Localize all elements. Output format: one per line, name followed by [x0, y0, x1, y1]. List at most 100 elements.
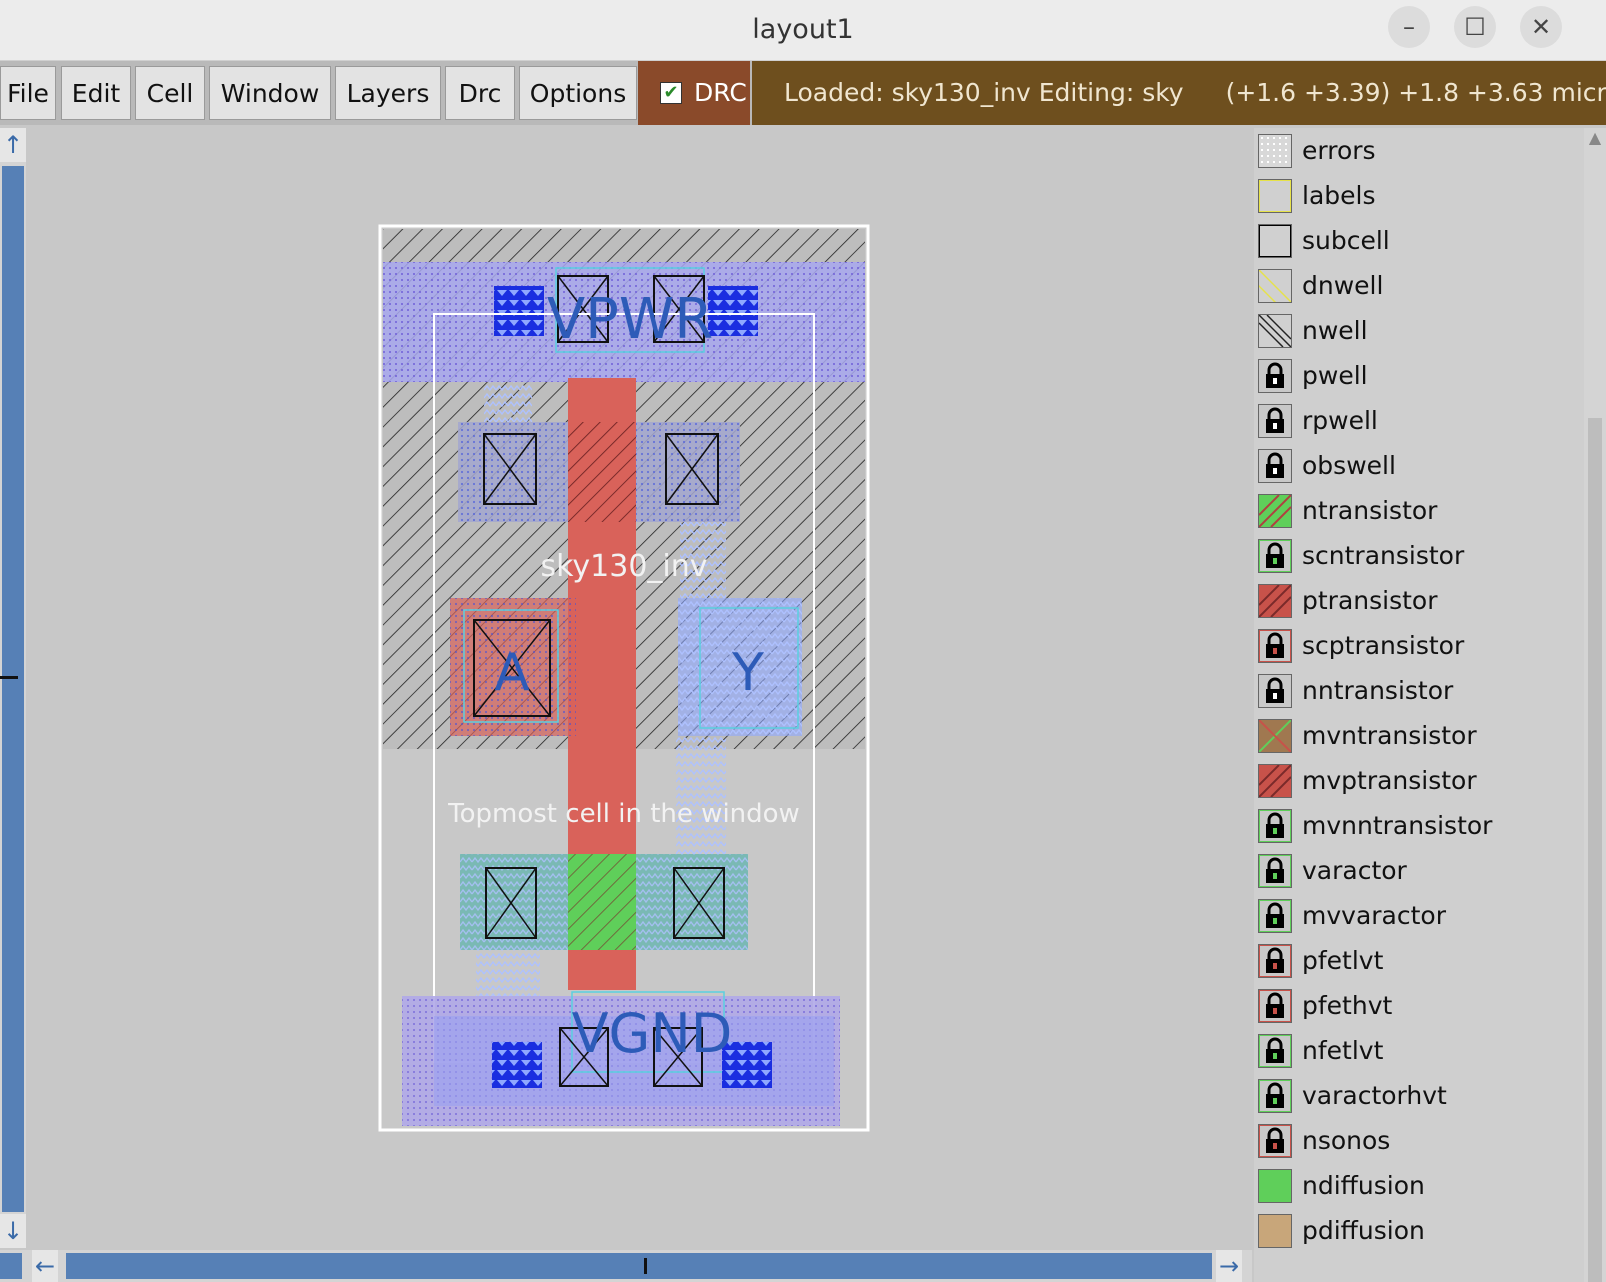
- lock-icon[interactable]: [1258, 809, 1292, 843]
- menu-window[interactable]: Window: [209, 66, 331, 120]
- horizontal-scroll-track[interactable]: [66, 1253, 1212, 1279]
- layer-label: varactor: [1302, 856, 1407, 885]
- dnwell-swatch-icon[interactable]: [1258, 269, 1292, 303]
- layer-label: labels: [1302, 181, 1376, 210]
- layer-row-nwell[interactable]: nwell: [1254, 308, 1584, 354]
- scroll-up-icon[interactable]: ↑: [0, 128, 26, 162]
- drc-label: DRC: [694, 78, 747, 107]
- layer-label: pfetlvt: [1302, 946, 1384, 975]
- layer-label: nsonos: [1302, 1126, 1391, 1155]
- status-bar: Loaded: sky130_inv Editing: sky (+1.6 +3…: [752, 61, 1606, 125]
- ntransistor-swatch-icon[interactable]: [1258, 494, 1292, 528]
- layer-label: rpwell: [1302, 406, 1378, 435]
- layer-label: nwell: [1302, 316, 1368, 345]
- lock-icon[interactable]: [1258, 1034, 1292, 1068]
- close-button[interactable]: ✕: [1520, 6, 1562, 48]
- layer-row-rpwell[interactable]: rpwell: [1254, 398, 1584, 444]
- lock-icon[interactable]: [1258, 674, 1292, 708]
- layer-row-mvvaractor[interactable]: mvvaractor: [1254, 893, 1584, 939]
- ndiffusion-swatch-icon[interactable]: [1258, 1169, 1292, 1203]
- lock-icon[interactable]: [1258, 854, 1292, 888]
- menu-bar: File Edit Cell Window Layers Drc Options…: [0, 61, 1606, 125]
- layer-row-ptransistor[interactable]: ptransistor: [1254, 578, 1584, 624]
- lock-icon[interactable]: [1258, 989, 1292, 1023]
- layer-label: pfethvt: [1302, 991, 1393, 1020]
- layer-row-nfetlvt[interactable]: nfetlvt: [1254, 1028, 1584, 1074]
- layer-row-errors[interactable]: errors: [1254, 128, 1584, 174]
- horizontal-scroll-marker: [644, 1258, 647, 1274]
- layer-row-scntransistor[interactable]: scntransistor: [1254, 533, 1584, 579]
- layer-row-scptransistor[interactable]: scptransistor: [1254, 623, 1584, 669]
- horizontal-scrollbar[interactable]: ← →: [0, 1250, 1252, 1282]
- layer-row-nntransistor[interactable]: nntransistor: [1254, 668, 1584, 714]
- status-loaded: Loaded: sky130_inv Editing: sky: [784, 78, 1184, 107]
- layer-row-ntransistor[interactable]: ntransistor: [1254, 488, 1584, 534]
- ptransistor-swatch-icon[interactable]: [1258, 584, 1292, 618]
- layer-row-mvptransistor[interactable]: mvptransistor: [1254, 758, 1584, 804]
- lock-icon[interactable]: [1258, 944, 1292, 978]
- menu-layers[interactable]: Layers: [335, 66, 441, 120]
- layer-row-varactor[interactable]: varactor: [1254, 848, 1584, 894]
- vpwr-contact-left: [494, 286, 544, 336]
- lock-icon[interactable]: [1258, 1079, 1292, 1113]
- lock-icon[interactable]: [1258, 539, 1292, 573]
- maximize-button[interactable]: ☐: [1454, 6, 1496, 48]
- pdiffusion-swatch-icon[interactable]: [1258, 1214, 1292, 1248]
- menu-options[interactable]: Options: [519, 66, 637, 120]
- layer-row-pfethvt[interactable]: pfethvt: [1254, 983, 1584, 1029]
- layer-label: errors: [1302, 136, 1376, 165]
- layer-label: ntransistor: [1302, 496, 1438, 525]
- layer-label: scntransistor: [1302, 541, 1465, 570]
- errors-swatch-icon[interactable]: [1258, 134, 1292, 168]
- drc-toggle[interactable]: ✔ DRC: [638, 61, 750, 125]
- layer-row-pdiffusion[interactable]: pdiffusion: [1254, 1208, 1584, 1254]
- drc-checkbox[interactable]: ✔: [660, 82, 682, 104]
- layer-panel: errors labels subcell dnwell nwell pwell rpwel…: [1254, 128, 1584, 1282]
- layout-canvas[interactable]: VPWR sky130_inv A Y Topmost cell in the …: [28, 128, 1252, 1248]
- layer-label: varactorhvt: [1302, 1081, 1447, 1110]
- vertical-scroll-marker: [0, 676, 18, 679]
- lock-icon[interactable]: [1258, 449, 1292, 483]
- layer-row-labels[interactable]: labels: [1254, 173, 1584, 219]
- lock-icon[interactable]: [1258, 404, 1292, 438]
- subcell-swatch-icon[interactable]: [1258, 224, 1292, 258]
- layer-panel-scrollbar[interactable]: ▲: [1584, 128, 1606, 1282]
- layer-row-ndiffusion[interactable]: ndiffusion: [1254, 1163, 1584, 1209]
- vgnd-contact-left: [492, 1042, 542, 1088]
- layer-scroll-up-icon[interactable]: ▲: [1586, 128, 1604, 152]
- ptransistor-hatch: [568, 422, 636, 522]
- menu-drc[interactable]: Drc: [445, 66, 515, 120]
- status-coords: (+1.6 +3.39) +1.8 +3.63 microns: [1225, 78, 1606, 107]
- layer-row-pwell[interactable]: pwell: [1254, 353, 1584, 399]
- layer-row-nsonos[interactable]: nsonos: [1254, 1118, 1584, 1164]
- layer-label: ptransistor: [1302, 586, 1438, 615]
- layer-row-mvntransistor[interactable]: mvntransistor: [1254, 713, 1584, 759]
- minimize-button[interactable]: –: [1388, 6, 1430, 48]
- layer-row-mvnntransistor[interactable]: mvnntransistor: [1254, 803, 1584, 849]
- lock-icon[interactable]: [1258, 899, 1292, 933]
- layer-row-subcell[interactable]: subcell: [1254, 218, 1584, 264]
- menu-file[interactable]: File: [0, 66, 56, 120]
- menu-edit[interactable]: Edit: [61, 66, 131, 120]
- layer-row-varactorhvt[interactable]: varactorhvt: [1254, 1073, 1584, 1119]
- menu-cell[interactable]: Cell: [135, 66, 205, 120]
- lock-icon[interactable]: [1258, 359, 1292, 393]
- nwell-swatch-icon[interactable]: [1258, 314, 1292, 348]
- mvntransistor-swatch-icon[interactable]: [1258, 719, 1292, 753]
- scroll-down-icon[interactable]: ↓: [0, 1214, 26, 1248]
- window-title: layout1: [752, 14, 854, 45]
- lock-icon[interactable]: [1258, 629, 1292, 663]
- layer-scroll-thumb[interactable]: [1588, 418, 1602, 1282]
- label-vgnd: VGND: [572, 1002, 733, 1065]
- layer-row-pfetlvt[interactable]: pfetlvt: [1254, 938, 1584, 984]
- scroll-left-icon[interactable]: ←: [32, 1250, 58, 1282]
- labels-swatch-icon[interactable]: [1258, 179, 1292, 213]
- lock-icon[interactable]: [1258, 1124, 1292, 1158]
- vertical-scrollbar[interactable]: ↑ ↓: [0, 128, 26, 1248]
- layer-label: mvptransistor: [1302, 766, 1477, 795]
- scroll-right-icon[interactable]: →: [1216, 1250, 1242, 1282]
- vertical-scroll-track[interactable]: [2, 166, 24, 1212]
- mvptransistor-swatch-icon[interactable]: [1258, 764, 1292, 798]
- layer-row-dnwell[interactable]: dnwell: [1254, 263, 1584, 309]
- layer-row-obswell[interactable]: obswell: [1254, 443, 1584, 489]
